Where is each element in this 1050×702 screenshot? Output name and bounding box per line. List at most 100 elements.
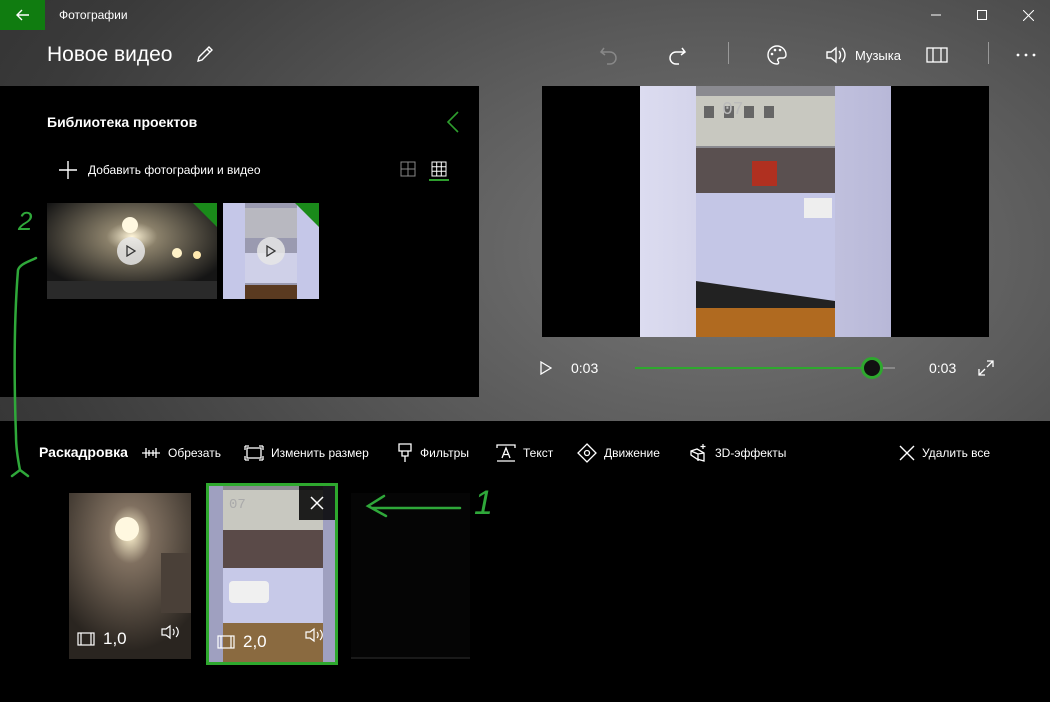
speaker-icon xyxy=(161,624,179,640)
resize-button[interactable]: Изменить размер xyxy=(244,442,369,464)
speaker-icon xyxy=(826,46,846,64)
motion-button[interactable]: Движение xyxy=(577,442,660,464)
3d-effects-button[interactable]: 3D-эффекты xyxy=(688,442,786,464)
resize-label: Изменить размер xyxy=(271,446,369,460)
clip-volume-button[interactable] xyxy=(305,627,325,648)
project-title[interactable]: Новое видео xyxy=(47,43,172,67)
filters-label: Фильтры xyxy=(420,446,469,460)
app-title: Фотографии xyxy=(59,8,128,22)
back-button[interactable] xyxy=(0,0,45,30)
maximize-icon xyxy=(977,10,987,20)
clip-volume-button[interactable] xyxy=(161,624,181,645)
aspect-ratio-button[interactable] xyxy=(926,40,948,70)
expand-icon xyxy=(978,360,994,376)
text-button[interactable]: Текст xyxy=(496,442,553,464)
storyboard-clip-2-selected[interactable]: 07 2,0 xyxy=(206,483,338,665)
seek-progress xyxy=(635,367,872,369)
text-label: Текст xyxy=(523,446,554,460)
add-media-button[interactable]: Добавить фотографии и видео xyxy=(58,160,261,180)
fullscreen-button[interactable] xyxy=(978,360,994,381)
ellipsis-icon xyxy=(1016,53,1036,57)
svg-text:07: 07 xyxy=(229,497,246,513)
trim-label: Обрезать xyxy=(168,446,221,460)
project-library-panel: Библиотека проектов Добавить фотографии … xyxy=(0,86,479,397)
annotation-label-2: 2 xyxy=(18,206,33,236)
play-preview-button[interactable] xyxy=(117,237,145,265)
minimize-button[interactable] xyxy=(913,0,959,30)
music-button[interactable]: Музыка xyxy=(825,40,901,70)
3d-effects-icon xyxy=(690,444,706,462)
close-icon xyxy=(1022,9,1034,21)
more-options-button[interactable] xyxy=(1016,40,1036,70)
grid-small-icon xyxy=(431,161,447,177)
total-time: 0:03 xyxy=(929,360,957,376)
clip-duration-value: 2,0 xyxy=(243,632,267,651)
playback-controls: 0:03 0:03 xyxy=(538,352,998,384)
redo-icon xyxy=(669,47,687,65)
large-thumbnails-toggle[interactable] xyxy=(400,161,416,182)
added-to-storyboard-flag xyxy=(295,203,319,227)
close-icon xyxy=(899,445,915,461)
clip-duration: 1,0 xyxy=(77,629,127,649)
redo-button[interactable] xyxy=(666,40,688,70)
grid-large-icon xyxy=(400,161,416,177)
clip-duration-value: 1,0 xyxy=(103,629,127,648)
header-separator xyxy=(728,42,729,64)
speaker-icon xyxy=(305,627,323,643)
seek-handle[interactable] xyxy=(860,357,883,379)
play-icon xyxy=(266,245,276,257)
resize-icon xyxy=(244,445,264,461)
collapse-library-button[interactable] xyxy=(446,110,460,139)
trim-button[interactable]: Обрезать xyxy=(141,442,221,464)
storyboard-clip-1[interactable]: 1,0 xyxy=(69,493,191,659)
annotation-arrow-1 xyxy=(365,494,462,518)
add-media-label: Добавить фотографии и видео xyxy=(88,163,261,177)
back-arrow-icon xyxy=(15,9,29,21)
added-to-storyboard-flag xyxy=(193,203,217,227)
play-icon xyxy=(540,360,553,376)
video-preview[interactable]: 07 xyxy=(542,86,989,337)
undo-button[interactable] xyxy=(598,40,620,70)
library-title: Библиотека проектов xyxy=(47,114,198,130)
themes-button[interactable] xyxy=(766,40,788,70)
chevron-left-icon xyxy=(446,111,459,133)
close-icon xyxy=(310,496,324,510)
close-window-button[interactable] xyxy=(1005,0,1050,30)
view-selected-indicator xyxy=(429,179,449,181)
text-icon xyxy=(496,444,516,462)
rename-button[interactable] xyxy=(195,44,215,69)
header-separator xyxy=(988,42,989,64)
library-item-video-2[interactable] xyxy=(223,203,319,299)
music-label: Музыка xyxy=(855,47,901,63)
storyboard-title: Раскадровка xyxy=(39,444,128,460)
annotation-arrow-2 xyxy=(10,256,38,478)
pencil-icon xyxy=(197,46,213,62)
maximize-button[interactable] xyxy=(959,0,1005,30)
motion-label: Движение xyxy=(604,446,660,460)
remove-clip-button[interactable] xyxy=(299,486,335,520)
filters-icon xyxy=(398,443,412,462)
aspect-ratio-icon xyxy=(926,47,948,63)
remove-all-label: Удалить все xyxy=(922,446,991,460)
trim-icon xyxy=(142,448,160,458)
3d-effects-label: 3D-эффекты xyxy=(715,446,787,460)
undo-icon xyxy=(599,47,617,65)
annotation-label-1: 1 xyxy=(474,484,493,522)
palette-icon xyxy=(767,45,787,65)
library-item-video-1[interactable] xyxy=(47,203,217,299)
filters-button[interactable]: Фильтры xyxy=(397,442,469,464)
play-preview-button[interactable] xyxy=(257,237,285,265)
svg-text:07: 07 xyxy=(722,100,744,120)
current-time: 0:03 xyxy=(571,360,599,376)
preview-frame: 07 xyxy=(542,86,989,337)
minimize-icon xyxy=(931,14,941,16)
plus-icon xyxy=(59,161,77,179)
film-icon xyxy=(77,632,95,646)
title-bar: Фотографии xyxy=(0,0,1050,30)
film-icon xyxy=(217,635,235,649)
clip-duration: 2,0 xyxy=(217,632,267,652)
motion-icon xyxy=(577,443,597,463)
play-icon xyxy=(126,245,136,257)
remove-all-button[interactable]: Удалить все xyxy=(899,442,990,464)
play-button[interactable] xyxy=(540,360,553,380)
